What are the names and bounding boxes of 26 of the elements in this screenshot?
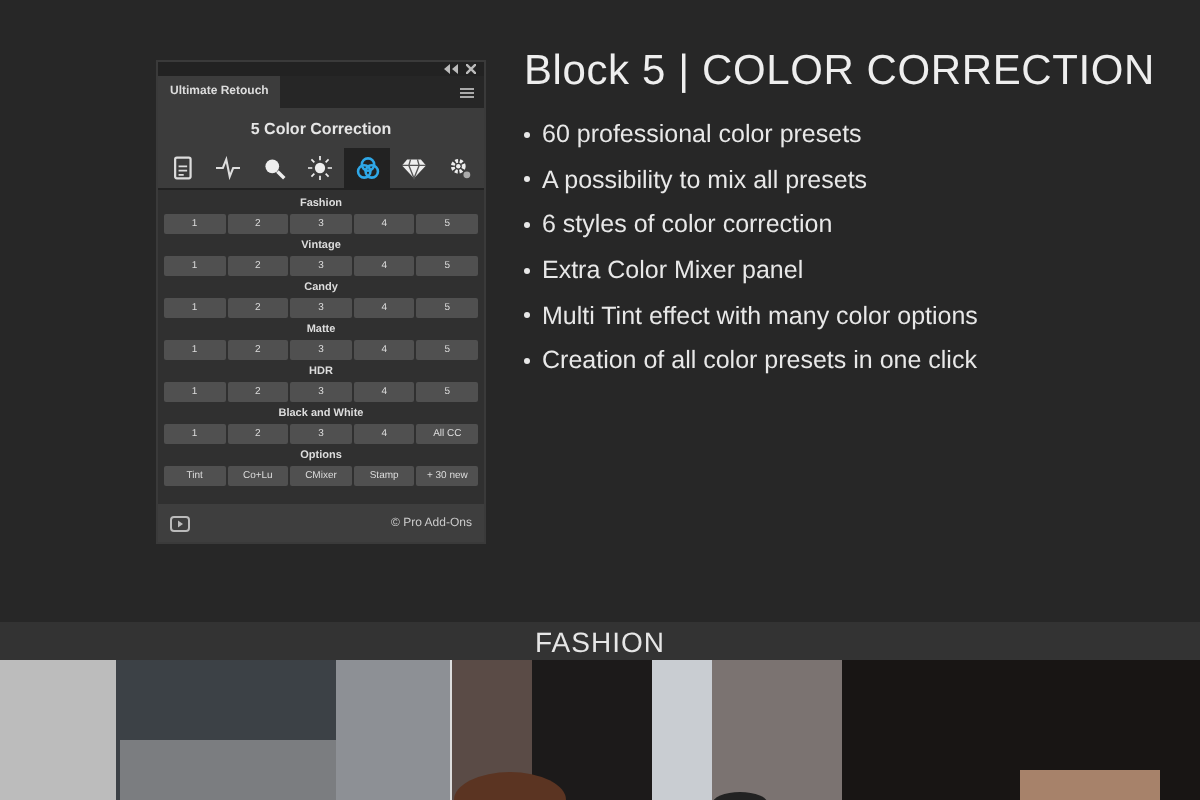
search-icon xyxy=(262,156,287,180)
panel-heading: 5 Color Correction xyxy=(250,119,392,137)
brightness-icon xyxy=(308,156,333,180)
video-icon[interactable] xyxy=(170,515,190,531)
tool-tab[interactable] xyxy=(344,148,391,188)
document-icon xyxy=(169,156,194,180)
bullet-icon xyxy=(524,312,530,319)
bullet-icon xyxy=(524,176,530,183)
block-title: Block 5 | COLOR CORRECTION xyxy=(524,48,1155,96)
bullet-icon xyxy=(524,357,530,364)
feature-text: Creation of all color presets in one click xyxy=(542,346,977,375)
gear-icon xyxy=(448,156,473,180)
feature-text: Extra Color Mixer panel xyxy=(542,256,804,285)
pulse-icon xyxy=(215,156,240,180)
feature-text: 60 professional color presets xyxy=(542,120,862,149)
rings-icon xyxy=(355,156,380,180)
menu-icon[interactable] xyxy=(460,87,474,97)
close-icon[interactable] xyxy=(466,64,476,74)
bullet-icon xyxy=(524,131,530,138)
diamond-icon xyxy=(402,156,427,180)
feature-text: A possibility to mix all presets xyxy=(542,165,868,194)
feature-text: 6 styles of color correction xyxy=(542,210,833,239)
bullet-icon xyxy=(524,221,530,228)
feature-text: Multi Tint effect with many color options xyxy=(542,301,978,330)
section-title: FASHION xyxy=(535,625,665,657)
bullet-icon xyxy=(524,267,530,274)
